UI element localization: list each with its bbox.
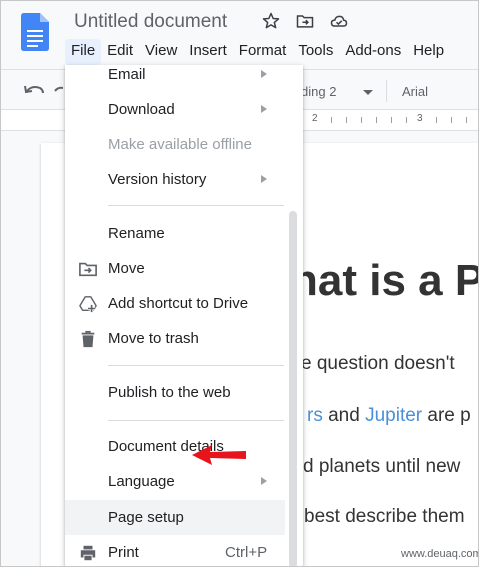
menu-format[interactable]: Format: [233, 39, 293, 65]
ruler-number: 3: [417, 113, 423, 124]
menu-item-version-history[interactable]: Version history: [65, 162, 285, 197]
move-folder-icon: [79, 262, 97, 277]
menu-item-label: Version history: [108, 171, 207, 188]
menu-item-add-shortcut[interactable]: Add shortcut to Drive: [65, 286, 285, 321]
menu-item-document-details[interactable]: Document details: [65, 429, 285, 464]
star-icon[interactable]: [261, 11, 281, 31]
document-text-line: rs and Jupiter are p: [307, 405, 471, 427]
menu-item-label: Page setup: [108, 509, 184, 526]
menu-item-label: Publish to the web: [108, 384, 231, 401]
menu-help[interactable]: Help: [407, 39, 450, 65]
menu-view[interactable]: View: [139, 39, 183, 65]
submenu-arrow-icon: [261, 105, 267, 113]
app-window: Untitled document File Edit View Insert …: [0, 0, 479, 567]
menu-item-label: Add shortcut to Drive: [108, 295, 249, 312]
ruler-number: 2: [312, 113, 318, 124]
menu-item-label: Language: [108, 473, 175, 490]
menu-divider: [108, 205, 284, 206]
menu-item-label: Move to trash: [108, 330, 199, 347]
menu-item-label: Move: [108, 260, 145, 277]
ruler-tick: [391, 117, 392, 123]
paragraph-style-select[interactable]: ding 2: [301, 84, 336, 99]
menu-item-rename[interactable]: Rename: [65, 216, 285, 251]
menu-item-page-setup[interactable]: Page setup: [65, 500, 285, 535]
ruler-tick: [451, 117, 452, 123]
menu-insert[interactable]: Insert: [183, 39, 233, 65]
menu-item-download[interactable]: Download: [65, 92, 285, 127]
menu-item-label: Email: [108, 66, 146, 83]
ruler-tick: [346, 117, 347, 123]
menu-file[interactable]: File: [65, 39, 102, 65]
ruler-tick: [361, 117, 362, 123]
ruler-tick: [466, 117, 467, 123]
submenu-arrow-icon: [261, 70, 267, 78]
document-link[interactable]: rs: [307, 405, 323, 426]
document-text-line: best describe them: [304, 506, 465, 527]
move-to-folder-icon[interactable]: [295, 11, 315, 31]
menu-item-move[interactable]: Move: [65, 251, 285, 286]
menu-add-ons[interactable]: Add-ons: [339, 39, 407, 65]
add-to-drive-icon: [79, 296, 97, 313]
menu-item-label: Download: [108, 101, 175, 118]
ruler-tick: [331, 117, 332, 123]
menu-item-make-available-offline: Make available offline: [65, 127, 285, 162]
menu-scrollbar[interactable]: [289, 211, 297, 566]
undo-icon[interactable]: [23, 82, 63, 100]
menu-item-language[interactable]: Language: [65, 464, 285, 499]
document-text: and: [322, 405, 366, 426]
print-shortcut: Ctrl+P: [225, 544, 268, 561]
menu-edit[interactable]: Edit: [101, 39, 139, 65]
document-title[interactable]: Untitled document: [74, 11, 227, 33]
submenu-arrow-icon: [261, 175, 267, 183]
ruler-tick: [436, 117, 437, 123]
menu-item-move-to-trash[interactable]: Move to trash: [65, 321, 285, 356]
menu-tools[interactable]: Tools: [292, 39, 339, 65]
google-docs-logo-icon[interactable]: [21, 13, 49, 51]
cloud-status-icon[interactable]: [329, 11, 349, 31]
document-heading: hat is a P: [291, 256, 479, 305]
document-text: are p: [422, 405, 471, 426]
menu-divider: [108, 420, 284, 421]
annotation-arrow-icon: [192, 445, 246, 465]
document-link[interactable]: Jupiter: [365, 405, 422, 426]
menu-item-email[interactable]: Email: [65, 65, 285, 92]
font-select[interactable]: Arial: [402, 84, 428, 99]
menu-bar: File Edit View Insert Format Tools Add-o…: [65, 39, 450, 65]
menu-item-publish-to-web[interactable]: Publish to the web: [65, 375, 285, 410]
ruler-tick: [406, 117, 407, 123]
file-menu-dropdown: Email Download Make available offline Ve…: [65, 65, 303, 566]
submenu-arrow-icon: [261, 477, 267, 485]
chevron-down-icon[interactable]: [363, 90, 373, 95]
ruler-tick: [376, 117, 377, 123]
trash-icon: [81, 330, 95, 348]
menu-item-label: Rename: [108, 225, 165, 242]
print-icon: [80, 545, 96, 561]
menu-item-print[interactable]: Print Ctrl+P: [65, 535, 285, 566]
menu-divider: [108, 365, 284, 366]
document-text-line: d planets until new: [303, 456, 461, 477]
toolbar-divider: [386, 80, 387, 102]
document-text-line: e question doesn't: [301, 353, 455, 374]
watermark: www.deuaq.com: [399, 548, 478, 560]
menu-item-label: Print: [108, 544, 139, 561]
menu-item-label: Make available offline: [108, 136, 252, 153]
